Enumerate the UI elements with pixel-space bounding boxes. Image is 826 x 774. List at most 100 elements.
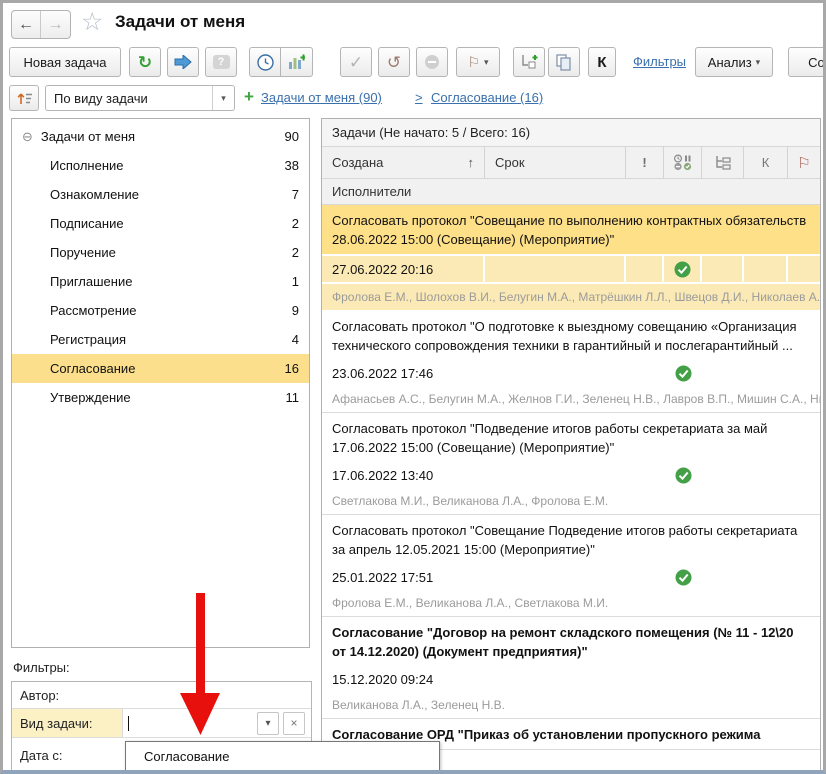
refresh-button[interactable]: ↻	[129, 47, 161, 77]
restart-button[interactable]: ↺	[378, 47, 410, 77]
clock-icon	[256, 53, 274, 71]
forward-arrow-icon: →	[47, 15, 64, 33]
column-created-label: Создана	[332, 155, 384, 170]
filters-link[interactable]: Фильтры	[633, 54, 686, 69]
list-column-header: Создана ↑ Срок ! К ⚐	[322, 147, 820, 179]
task-status	[664, 462, 702, 488]
tree-item-poruchenie[interactable]: Поручение 2	[12, 238, 309, 267]
tree-item-label: Регистрация	[50, 332, 126, 347]
column-hierarchy[interactable]	[702, 147, 744, 178]
redirect-button[interactable]	[167, 47, 199, 77]
sort-button[interactable]	[9, 85, 39, 111]
favorite-star-icon[interactable]: ☆	[81, 7, 103, 37]
group-by-select[interactable]: По виду задачи ▾	[45, 85, 235, 111]
tree-root-row[interactable]: ⊖ Задачи от меня 90	[12, 122, 309, 151]
priority-icon: !	[642, 155, 647, 170]
breadcrumb-root-link[interactable]: Задачи от меня (90)	[261, 90, 382, 105]
task-deadline	[485, 360, 626, 386]
done-check-icon	[675, 569, 691, 585]
task-hierarchy	[702, 360, 744, 386]
create-based-button[interactable]: Созд	[788, 47, 823, 77]
kind-clear-button[interactable]: ×	[283, 711, 305, 735]
tree-item-label: Ознакомление	[50, 187, 139, 202]
question-bubble-icon: ?	[212, 55, 230, 69]
k-button[interactable]: К	[588, 47, 616, 77]
task-title: Согласовать протокол "Совещание по выпол…	[322, 205, 820, 254]
tree-item-count: 1	[291, 274, 299, 289]
column-priority[interactable]: !	[626, 147, 664, 178]
chart-add-icon	[289, 54, 305, 69]
task-status	[664, 564, 702, 590]
tree-item-oznakomlenie[interactable]: Ознакомление 7	[12, 180, 309, 209]
report-button[interactable]	[281, 47, 313, 77]
task-executors: Фролова Е.М., Шолохов В.И., Белугин М.А.…	[322, 284, 820, 310]
column-deadline[interactable]: Срок	[485, 147, 626, 178]
tree-item-ispolnenie[interactable]: Исполнение 38	[12, 151, 309, 180]
k-label: К	[761, 155, 770, 170]
tree-add-icon	[522, 55, 538, 69]
back-arrow-icon: ←	[18, 15, 34, 33]
breadcrumb-current-link[interactable]: Согласование (16)	[431, 90, 543, 105]
task-executors: Афанасьев А.С., Белугин М.А., Желнов Г.И…	[332, 392, 820, 406]
back-button[interactable]: ←	[12, 11, 41, 38]
task-row[interactable]: Согласование "Договор на ремонт складско…	[322, 617, 820, 719]
analysis-button[interactable]: Анализ ▾	[695, 47, 773, 77]
task-priority	[626, 462, 664, 488]
column-k[interactable]: К	[744, 147, 788, 178]
tree-item-label: Поручение	[50, 245, 116, 260]
collapse-icon[interactable]: ⊖	[22, 129, 33, 145]
task-row[interactable]: Согласовать протокол "Совещание по выпол…	[322, 205, 820, 311]
group-by-value: По виду задачи	[54, 90, 148, 106]
page-title: Задачи от меня	[115, 12, 246, 31]
filter-row-author[interactable]: Автор:	[12, 682, 311, 709]
new-task-button[interactable]: Новая задача	[9, 47, 121, 77]
task-flag	[788, 256, 820, 282]
subtask-button[interactable]	[513, 47, 545, 77]
task-k	[744, 462, 788, 488]
sort-arrow-list-icon	[17, 92, 32, 104]
task-executors: Великанова Л.А., Зеленец Н.В.	[332, 698, 505, 712]
tree-root-label: Задачи от меня	[40, 129, 136, 144]
copy-button[interactable]	[548, 47, 580, 77]
task-flag	[788, 360, 820, 386]
task-row[interactable]: Согласовать протокол "Совещание Подведен…	[322, 515, 820, 617]
task-row[interactable]: Согласовать протокол "Подведение итогов …	[322, 413, 820, 515]
flag-menu-button[interactable]: ⚐ ▾	[456, 47, 500, 77]
task-status	[664, 666, 702, 692]
flag-icon: ⚐	[467, 53, 481, 70]
done-check-icon	[675, 365, 691, 381]
tree-item-utverzhdenie[interactable]: Утверждение 11	[12, 383, 309, 412]
column-created[interactable]: Создана ↑	[322, 147, 485, 178]
column-status[interactable]	[664, 147, 702, 178]
dropdown-item-soglasovanie[interactable]: Согласование	[144, 749, 229, 764]
task-date-row: 15.12.2020 09:24	[322, 666, 820, 692]
tree-item-podpisanie[interactable]: Подписание 2	[12, 209, 309, 238]
add-filter-plus-icon[interactable]: +	[244, 87, 254, 107]
question-button[interactable]: ?	[205, 47, 237, 77]
task-priority	[626, 360, 664, 386]
kind-label: Вид задачи:	[12, 709, 122, 737]
forward-button[interactable]: →	[41, 11, 70, 38]
task-row[interactable]: Согласовать протокол "О подготовке к вые…	[322, 311, 820, 413]
tree-item-label: Согласование	[50, 361, 136, 376]
tree-item-count: 11	[285, 390, 300, 405]
tree-item-rassmotrenie[interactable]: Рассмотрение 9	[12, 296, 309, 325]
column-flag[interactable]: ⚐	[788, 147, 820, 178]
column-deadline-label: Срок	[495, 155, 525, 170]
tree-item-registracia[interactable]: Регистрация 4	[12, 325, 309, 354]
task-kind-tree: ⊖ Задачи от меня 90 Исполнение 38 Ознаком…	[11, 118, 310, 648]
tree-item-count: 2	[291, 245, 299, 260]
task-status	[664, 256, 700, 282]
tree-item-soglasovanie[interactable]: Согласование 16	[12, 354, 309, 383]
time-button[interactable]	[249, 47, 281, 77]
tree-item-priglashenie[interactable]: Приглашение 1	[12, 267, 309, 296]
task-k	[744, 564, 788, 590]
task-created: 25.01.2022 17:51	[332, 569, 434, 585]
execute-button[interactable]: ✓	[340, 47, 372, 77]
chevron-down-icon: ▾	[265, 717, 271, 729]
task-list-panel: Задачи (Не начато: 5 / Всего: 16) Создан…	[321, 118, 821, 770]
cancel-button[interactable]	[416, 47, 448, 77]
kind-dropdown-button[interactable]: ▾	[257, 711, 279, 735]
task-hierarchy	[702, 256, 742, 282]
task-k	[744, 666, 788, 692]
